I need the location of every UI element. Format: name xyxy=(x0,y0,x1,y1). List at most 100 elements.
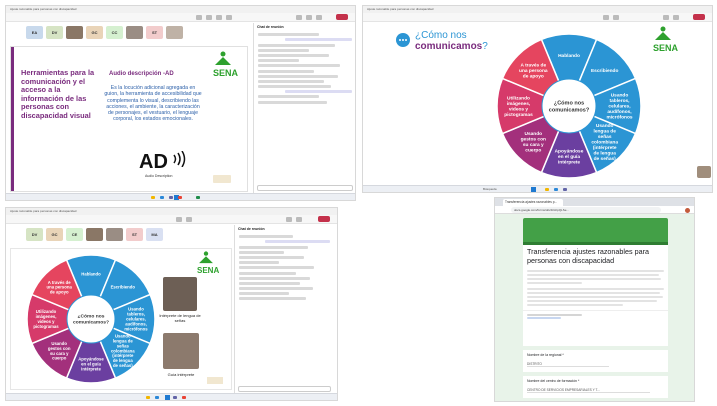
screenshot-google-form: Transferencia ajustes razonables p... do… xyxy=(494,197,695,402)
taskbar: Búsqueda xyxy=(363,185,712,192)
chat-compose-box[interactable] xyxy=(238,386,331,392)
mic-icon[interactable] xyxy=(296,217,302,222)
participant-video[interactable] xyxy=(66,26,83,39)
wheel-segment-label: A través de una persona de apoyo xyxy=(519,63,548,80)
taskbar-app-icon[interactable] xyxy=(151,196,155,199)
screenshot-teams-wheel-interpreters: Ajuste razonable para personas con disca… xyxy=(5,207,338,401)
account-row xyxy=(523,310,668,320)
participant-tile[interactable]: ST xyxy=(126,228,143,241)
chat-title: Chat de reunión xyxy=(257,25,284,29)
taskbar-app-icon[interactable] xyxy=(169,196,173,199)
windows-start-icon[interactable] xyxy=(164,395,170,400)
participant-tile[interactable]: ST xyxy=(146,26,163,39)
taskbar-app-icon[interactable] xyxy=(146,396,150,399)
taskbar-app-icon[interactable] xyxy=(178,196,182,199)
participant-tile[interactable]: DV xyxy=(26,228,43,241)
taskbar-app-icon[interactable] xyxy=(554,188,558,191)
self-video-thumbnail[interactable] xyxy=(697,166,711,178)
chat-message xyxy=(258,100,328,104)
raise-hand-icon[interactable] xyxy=(216,15,222,20)
chat-message xyxy=(239,255,305,259)
wheel-segment-label: Utilizando imágenes, videos y pictogramas xyxy=(504,95,533,118)
chat-icon[interactable] xyxy=(603,15,609,20)
chat-message xyxy=(284,38,352,42)
chat-panel: Chat de reunión xyxy=(234,225,334,394)
camera-icon[interactable] xyxy=(663,15,669,20)
taskbar-app-icon[interactable] xyxy=(545,188,549,191)
chat-icon[interactable] xyxy=(196,15,202,20)
chat-panel: Chat de reunión xyxy=(253,23,355,193)
participant-tile[interactable]: GC xyxy=(86,26,103,39)
camera-icon[interactable] xyxy=(296,15,302,20)
participant-strip: EA DV GC CC ST xyxy=(26,26,183,39)
taskbar-app-icon[interactable] xyxy=(182,396,186,399)
window-title: Ajuste razonable para personas con disca… xyxy=(6,6,355,13)
chat-message xyxy=(239,261,279,265)
question-label: Nombre del centro de formación * xyxy=(527,379,580,383)
participant-strip: DV GC CE ST MA xyxy=(26,228,163,241)
leave-button[interactable] xyxy=(318,216,330,222)
taskbar-app-icon[interactable] xyxy=(563,188,567,191)
people-icon[interactable] xyxy=(613,15,619,20)
screenshot-teams-audio-description: Ajuste razonable para personas con disca… xyxy=(5,5,356,201)
taskbar-app-icon[interactable] xyxy=(160,196,164,199)
chat-message xyxy=(239,281,301,285)
participant-tile[interactable]: DV xyxy=(46,26,63,39)
chat-message xyxy=(258,64,340,68)
taskbar-app-icon[interactable] xyxy=(196,196,200,199)
participant-tile[interactable]: MA xyxy=(146,228,163,241)
people-icon[interactable] xyxy=(206,15,212,20)
people-icon[interactable] xyxy=(186,217,192,222)
profile-icon[interactable] xyxy=(685,207,690,213)
participant-tile[interactable]: GC xyxy=(46,228,63,241)
chat-message xyxy=(258,59,299,63)
participant-video[interactable] xyxy=(106,228,123,241)
taskbar-app-icon[interactable] xyxy=(155,396,159,399)
camera-icon[interactable] xyxy=(286,217,292,222)
ad-caption: Audio Description xyxy=(145,174,173,178)
question-answer[interactable]: CENTRO DE SERVICIOS EMPRESARIALES Y T... xyxy=(527,388,651,393)
browser-tab-bar: Transferencia ajustes razonables p... xyxy=(495,198,694,206)
chat-message xyxy=(258,95,320,99)
participant-video[interactable] xyxy=(86,228,103,241)
participant-video[interactable] xyxy=(126,26,143,39)
meeting-toolbar xyxy=(6,13,355,22)
participant-tile[interactable]: EA xyxy=(26,26,43,39)
guide-caption: Guía intérprete xyxy=(167,372,195,377)
chat-message xyxy=(239,266,315,270)
question-answer[interactable]: DISTRITO xyxy=(527,362,610,367)
chat-compose-box[interactable] xyxy=(257,185,353,191)
form-title: Transferencia ajustes razonables para pe… xyxy=(527,247,649,265)
chat-message xyxy=(239,276,311,280)
mic-icon[interactable] xyxy=(306,15,312,20)
question-label: Nombre de la regional * xyxy=(527,353,564,357)
reactions-icon[interactable] xyxy=(226,15,232,20)
wheel-segment-label: Hablando xyxy=(81,272,101,277)
meeting-toolbar xyxy=(363,13,712,22)
window-title: Ajuste razonable para personas con disca… xyxy=(6,208,337,215)
leave-button[interactable] xyxy=(693,14,705,20)
chat-message xyxy=(258,43,335,47)
share-icon[interactable] xyxy=(316,15,322,20)
participant-video[interactable] xyxy=(166,26,183,39)
slide-left-bar xyxy=(11,47,14,191)
browser-tab[interactable]: Transferencia ajustes razonables p... xyxy=(503,199,563,206)
participant-tile[interactable]: CE xyxy=(66,228,83,241)
window-title: Ajuste razonable para personas con disca… xyxy=(363,6,712,13)
audio-description-title: Audio descripción -AD xyxy=(109,71,174,77)
mic-icon[interactable] xyxy=(673,15,679,20)
windows-start-icon[interactable] xyxy=(530,187,536,192)
slide: ¿Cómo nos comunicamos? Hablando Escribien… xyxy=(391,24,701,182)
participant-tile[interactable]: CC xyxy=(106,26,123,39)
chat-message xyxy=(258,48,309,52)
wheel-segment-label: Escribiendo xyxy=(591,68,619,74)
taskbar xyxy=(6,193,355,200)
chat-title: Chat de reunión xyxy=(238,227,265,231)
chat-icon[interactable] xyxy=(176,217,182,222)
chat-message xyxy=(239,297,307,301)
chat-message xyxy=(258,85,332,89)
taskbar-search[interactable]: Búsqueda xyxy=(483,187,497,191)
leave-button[interactable] xyxy=(336,14,348,20)
taskbar-app-icon[interactable] xyxy=(173,396,177,399)
address-bar[interactable]: docs.google.com/forms/d/e/1FAIpQLSe... xyxy=(511,207,661,213)
